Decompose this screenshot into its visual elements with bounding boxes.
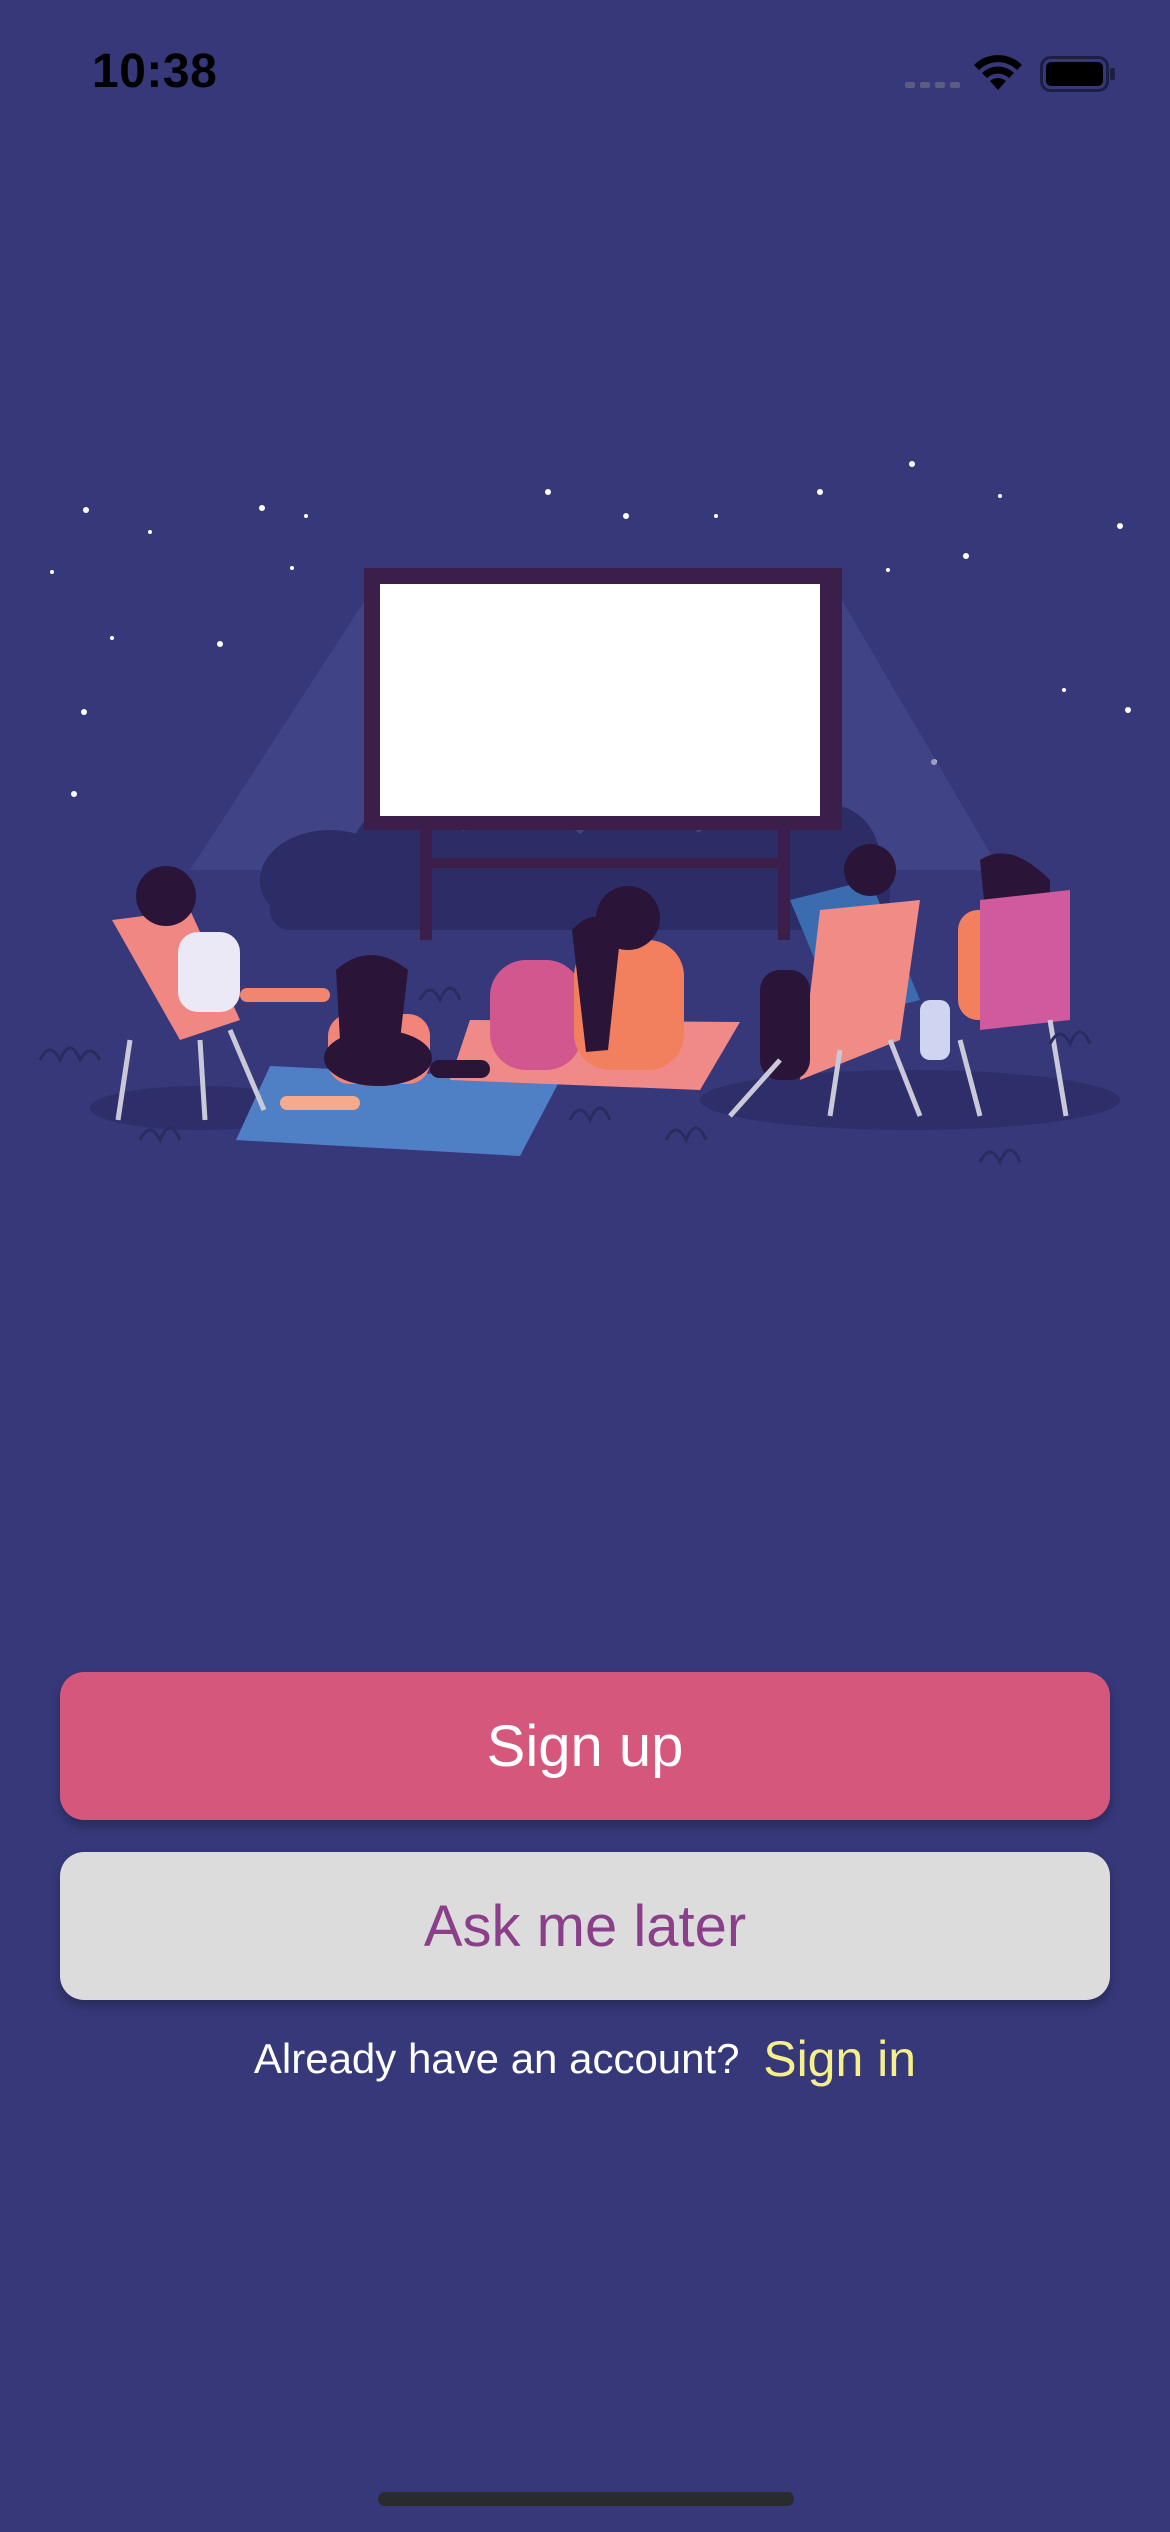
sign-in-row: Already have an account? Sign in: [0, 2030, 1170, 2088]
outdoor-cinema-illustration: [38, 461, 1131, 1166]
battery-icon: [1040, 56, 1115, 92]
status-time: 10:38: [92, 45, 218, 98]
sign-in-link[interactable]: Sign in: [763, 2031, 916, 2087]
wifi-icon: [974, 55, 1022, 90]
ask-me-later-button[interactable]: Ask me later: [60, 1852, 1110, 2000]
cellular-signal-icon: [905, 82, 960, 88]
home-indicator[interactable]: [378, 2492, 794, 2506]
status-bar: 10:38: [0, 0, 1170, 150]
sign-in-prompt: Already have an account?: [253, 2035, 740, 2082]
sign-up-button[interactable]: Sign up: [60, 1672, 1110, 1820]
